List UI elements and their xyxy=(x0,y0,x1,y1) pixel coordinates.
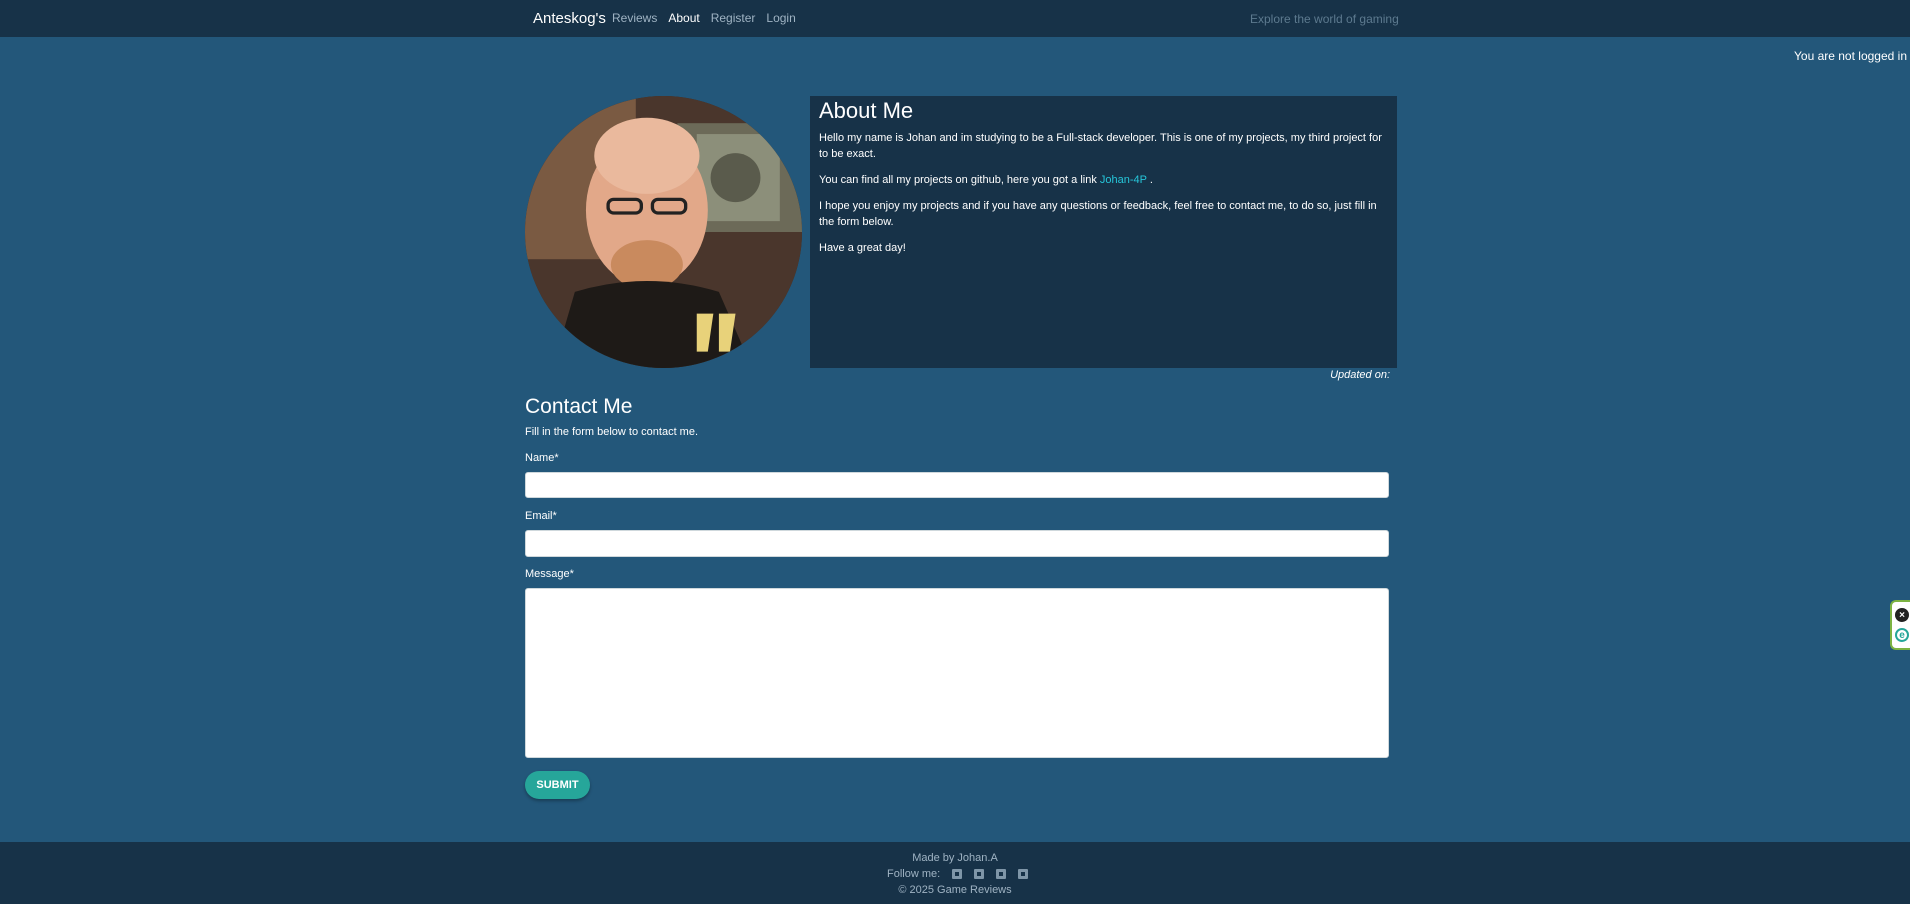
about-paragraph-closing: Have a great day! xyxy=(819,242,906,254)
profile-photo xyxy=(525,96,802,368)
contact-title: Contact Me xyxy=(525,395,633,418)
about-paragraph-intro: Hello my name is Johan and im studying t… xyxy=(819,132,1382,160)
message-label: Message* xyxy=(525,568,574,580)
footer-follow-row: Follow me: xyxy=(887,868,1029,880)
nav-link-about[interactable]: About xyxy=(668,11,699,25)
about-panel: About Me Hello my name is Johan and im s… xyxy=(810,96,1397,368)
footer-copyright: © 2025 Game Reviews xyxy=(898,884,1012,896)
top-navbar: Anteskog's Reviews About Register Login … xyxy=(0,0,1910,37)
github-link[interactable]: Johan-4P xyxy=(1100,174,1147,186)
footer-made-by: Made by Johan.A xyxy=(912,852,998,864)
submit-button[interactable]: SUBMIT xyxy=(525,771,590,799)
login-status-text: You are not logged in xyxy=(1794,49,1907,63)
youtube-icon[interactable] xyxy=(1018,869,1029,879)
nav-tagline: Explore the world of gaming xyxy=(1250,12,1399,26)
edge-badge-icon[interactable]: e xyxy=(1895,628,1909,642)
contact-subtitle: Fill in the form below to contact me. xyxy=(525,426,699,438)
side-widget[interactable]: × e xyxy=(1890,600,1910,650)
instagram-icon[interactable] xyxy=(996,869,1007,879)
email-input[interactable] xyxy=(525,530,1389,557)
brand-logo[interactable]: Anteskog's xyxy=(533,10,606,27)
about-paragraph-feedback: I hope you enjoy my projects and if you … xyxy=(819,200,1377,228)
nav-link-register[interactable]: Register xyxy=(711,11,756,25)
nav-link-reviews[interactable]: Reviews xyxy=(612,11,657,25)
updated-on-text: Updated on: xyxy=(1330,369,1390,381)
about-paragraph-github: You can find all my projects on github, … xyxy=(819,172,1388,188)
twitter-icon[interactable] xyxy=(974,869,985,879)
email-label: Email* xyxy=(525,510,557,522)
about-github-text: You can find all my projects on github, … xyxy=(819,174,1097,186)
about-github-period: . xyxy=(1149,174,1153,186)
footer-follow-label: Follow me: xyxy=(887,868,941,880)
message-textarea[interactable] xyxy=(525,588,1389,758)
close-icon[interactable]: × xyxy=(1895,608,1909,622)
footer: Made by Johan.A Follow me: © 2025 Game R… xyxy=(0,842,1910,904)
nav-link-login[interactable]: Login xyxy=(766,11,795,25)
about-title: About Me xyxy=(819,98,914,123)
name-input[interactable] xyxy=(525,472,1389,498)
nav-links: Reviews About Register Login xyxy=(612,11,807,25)
facebook-icon[interactable] xyxy=(952,869,963,879)
name-label: Name* xyxy=(525,452,559,464)
